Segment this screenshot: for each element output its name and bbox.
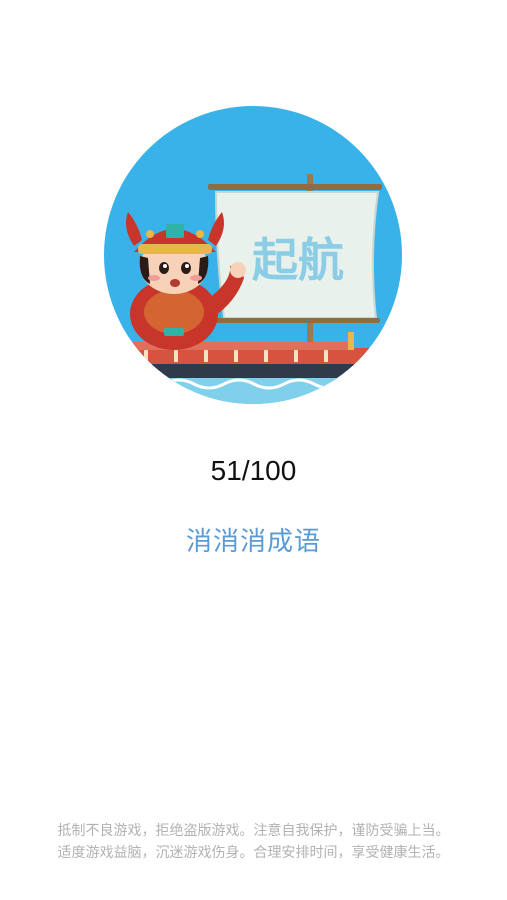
notice-line-1: 抵制不良游戏，拒绝盗版游戏。注意自我保护，谨防受骗上当。 — [57, 823, 450, 839]
game-logo: 起航 — [104, 106, 402, 404]
splash-screen: 起航 51/100 消消消成语 抵制不良游戏，拒绝盗版游戏。注意自我保护，谨防受… — [0, 0, 507, 900]
sail-text: 起航 — [252, 233, 344, 287]
game-title: 消消消成语 — [185, 527, 321, 557]
mascot-ship-logo-icon: 起航 — [104, 106, 402, 404]
anti-addiction-notice: 抵制不良游戏，拒绝盗版游戏。注意自我保护，谨防受骗上当。 适度游戏益脑，沉迷游戏… — [0, 820, 507, 864]
loading-progress-text: 51/100 — [210, 455, 297, 486]
notice-line-2: 适度游戏益脑，沉迷游戏伤身。合理安排时间，享受健康生活。 — [57, 845, 450, 861]
